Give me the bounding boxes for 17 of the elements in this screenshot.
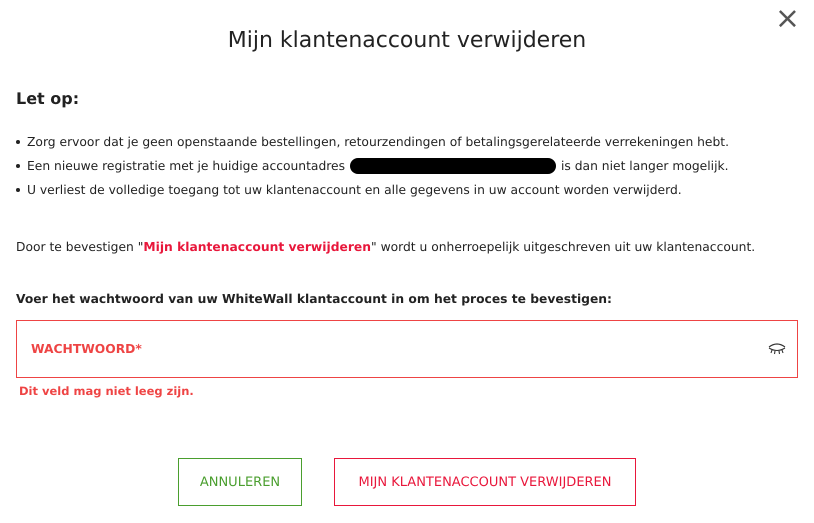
bullet-icon: [16, 188, 20, 192]
bullet-text: Een nieuwe registratie met je huidige accountadres: [27, 159, 346, 173]
bullet-text: is dan niet langer mogelijk.: [561, 159, 729, 173]
bullet-text: U verliest de volledige toegang tot uw klantenaccount en alle gegevens in uw account worden verwijderd.: [27, 183, 682, 197]
delete-account-button[interactable]: MIJN KLANTENACCOUNT VERWIJDEREN: [334, 458, 636, 506]
bullet-text: Zorg ervoor dat je geen openstaande bestellingen, retourzendingen of betalingsgerelateerde verrekeningen hebt.: [27, 135, 730, 149]
confirm-text: Door te bevestigen "Mijn klantenaccount verwijderen" wordt u onherroepelijk uitgeschreven uit uw klantenaccount.: [16, 240, 756, 254]
bullet-icon: [16, 140, 20, 144]
dialog-title: Mijn klantenaccount verwijderen: [226, 28, 588, 53]
password-prompt: Voer het wachtwoord van uw WhiteWall klantaccount in om het proces te bevestigen:: [16, 292, 613, 306]
error-message: Dit veld mag niet leeg zijn.: [19, 384, 195, 398]
closed-eye-icon[interactable]: [768, 343, 786, 355]
cancel-button[interactable]: ANNULEREN: [178, 458, 302, 506]
bullet-icon: [16, 164, 20, 168]
notice-heading: Let op:: [16, 89, 80, 108]
close-button[interactable]: ×: [774, 4, 800, 34]
password-field[interactable]: WACHTWOORD*: [16, 320, 798, 378]
